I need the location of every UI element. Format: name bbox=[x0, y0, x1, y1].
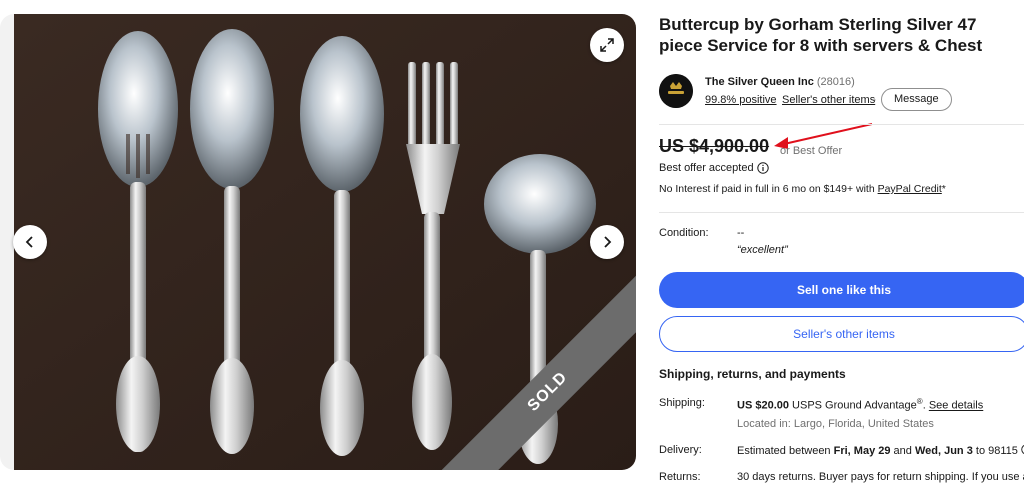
condition-note: “excellent” bbox=[737, 244, 788, 256]
seller-card: The Silver Queen Inc (28016) 99.8% posit… bbox=[659, 74, 1024, 114]
shipping-service: USPS Ground Advantage bbox=[788, 399, 917, 412]
expand-icon bbox=[600, 38, 614, 52]
financing-text: No Interest if paid in full in 6 mo on $… bbox=[659, 183, 878, 195]
delivery-and: and bbox=[890, 445, 915, 457]
seller-avatar[interactable] bbox=[659, 74, 693, 108]
returns-value: 30 days returns. Buyer pays for return s… bbox=[737, 471, 1024, 483]
listing-title: Buttercup by Gorham Sterling Silver 47 p… bbox=[659, 15, 983, 55]
best-offer-status: Best offer accepted bbox=[659, 162, 769, 174]
seller-feedback-count: (28016) bbox=[816, 76, 855, 88]
divider bbox=[659, 212, 1024, 213]
info-icon[interactable] bbox=[756, 162, 769, 174]
shipping-price: US $20.00 bbox=[737, 399, 789, 412]
delivery-label: Delivery: bbox=[659, 444, 702, 456]
seller-other-items-link[interactable]: Seller's other items bbox=[782, 94, 875, 106]
returns-label: Returns: bbox=[659, 471, 701, 483]
price-suffix: or Best Offer bbox=[780, 145, 843, 157]
next-image-button[interactable] bbox=[590, 225, 624, 259]
price: US $4,900.00 bbox=[659, 136, 770, 156]
see-details-link[interactable]: See details bbox=[929, 400, 983, 412]
sell-one-like-this-button[interactable]: Sell one like this bbox=[659, 272, 1024, 308]
chevron-right-icon bbox=[604, 236, 612, 248]
seller-name-text: The Silver Queen Inc bbox=[705, 76, 814, 88]
paypal-credit-link[interactable]: PayPal Credit bbox=[878, 183, 942, 195]
financing-offer: No Interest if paid in full in 6 mo on $… bbox=[659, 183, 946, 195]
delivery-start: Fri, May 29 bbox=[833, 445, 891, 457]
seller-logo bbox=[659, 74, 693, 108]
condition-label: Condition: bbox=[659, 227, 709, 239]
delivery-suffix: to 98115 bbox=[972, 445, 1018, 457]
seller-feedback-link[interactable]: 99.8% positive bbox=[705, 94, 777, 106]
condition-value: -- bbox=[737, 227, 745, 239]
best-offer-text: Best offer accepted bbox=[659, 162, 754, 174]
shipping-value: US $20.00 USPS Ground Advantage®. See de… bbox=[737, 397, 984, 412]
chevron-left-icon bbox=[25, 236, 33, 248]
financing-asterisk: * bbox=[941, 183, 946, 195]
expand-button[interactable] bbox=[590, 28, 624, 62]
previous-image-button[interactable] bbox=[13, 225, 47, 259]
message-button[interactable]: Message bbox=[881, 88, 952, 111]
item-location: Located in: Largo, Florida, United State… bbox=[737, 418, 934, 430]
shipping-section-title: Shipping, returns, and payments bbox=[659, 367, 846, 381]
seller-name[interactable]: The Silver Queen Inc (28016) bbox=[705, 76, 855, 88]
registered-mark: ® bbox=[916, 397, 923, 406]
sellers-other-items-button[interactable]: Seller's other items bbox=[659, 316, 1024, 352]
shipping-label: Shipping: bbox=[659, 397, 705, 409]
delivery-value: Estimated between Fri, May 29 and Wed, J… bbox=[737, 444, 1024, 457]
delivery-end: Wed, Jun 3 bbox=[914, 445, 973, 457]
delivery-prefix: Estimated between bbox=[737, 445, 834, 457]
divider bbox=[659, 124, 1024, 125]
image-gallery: SOLD bbox=[0, 14, 636, 470]
